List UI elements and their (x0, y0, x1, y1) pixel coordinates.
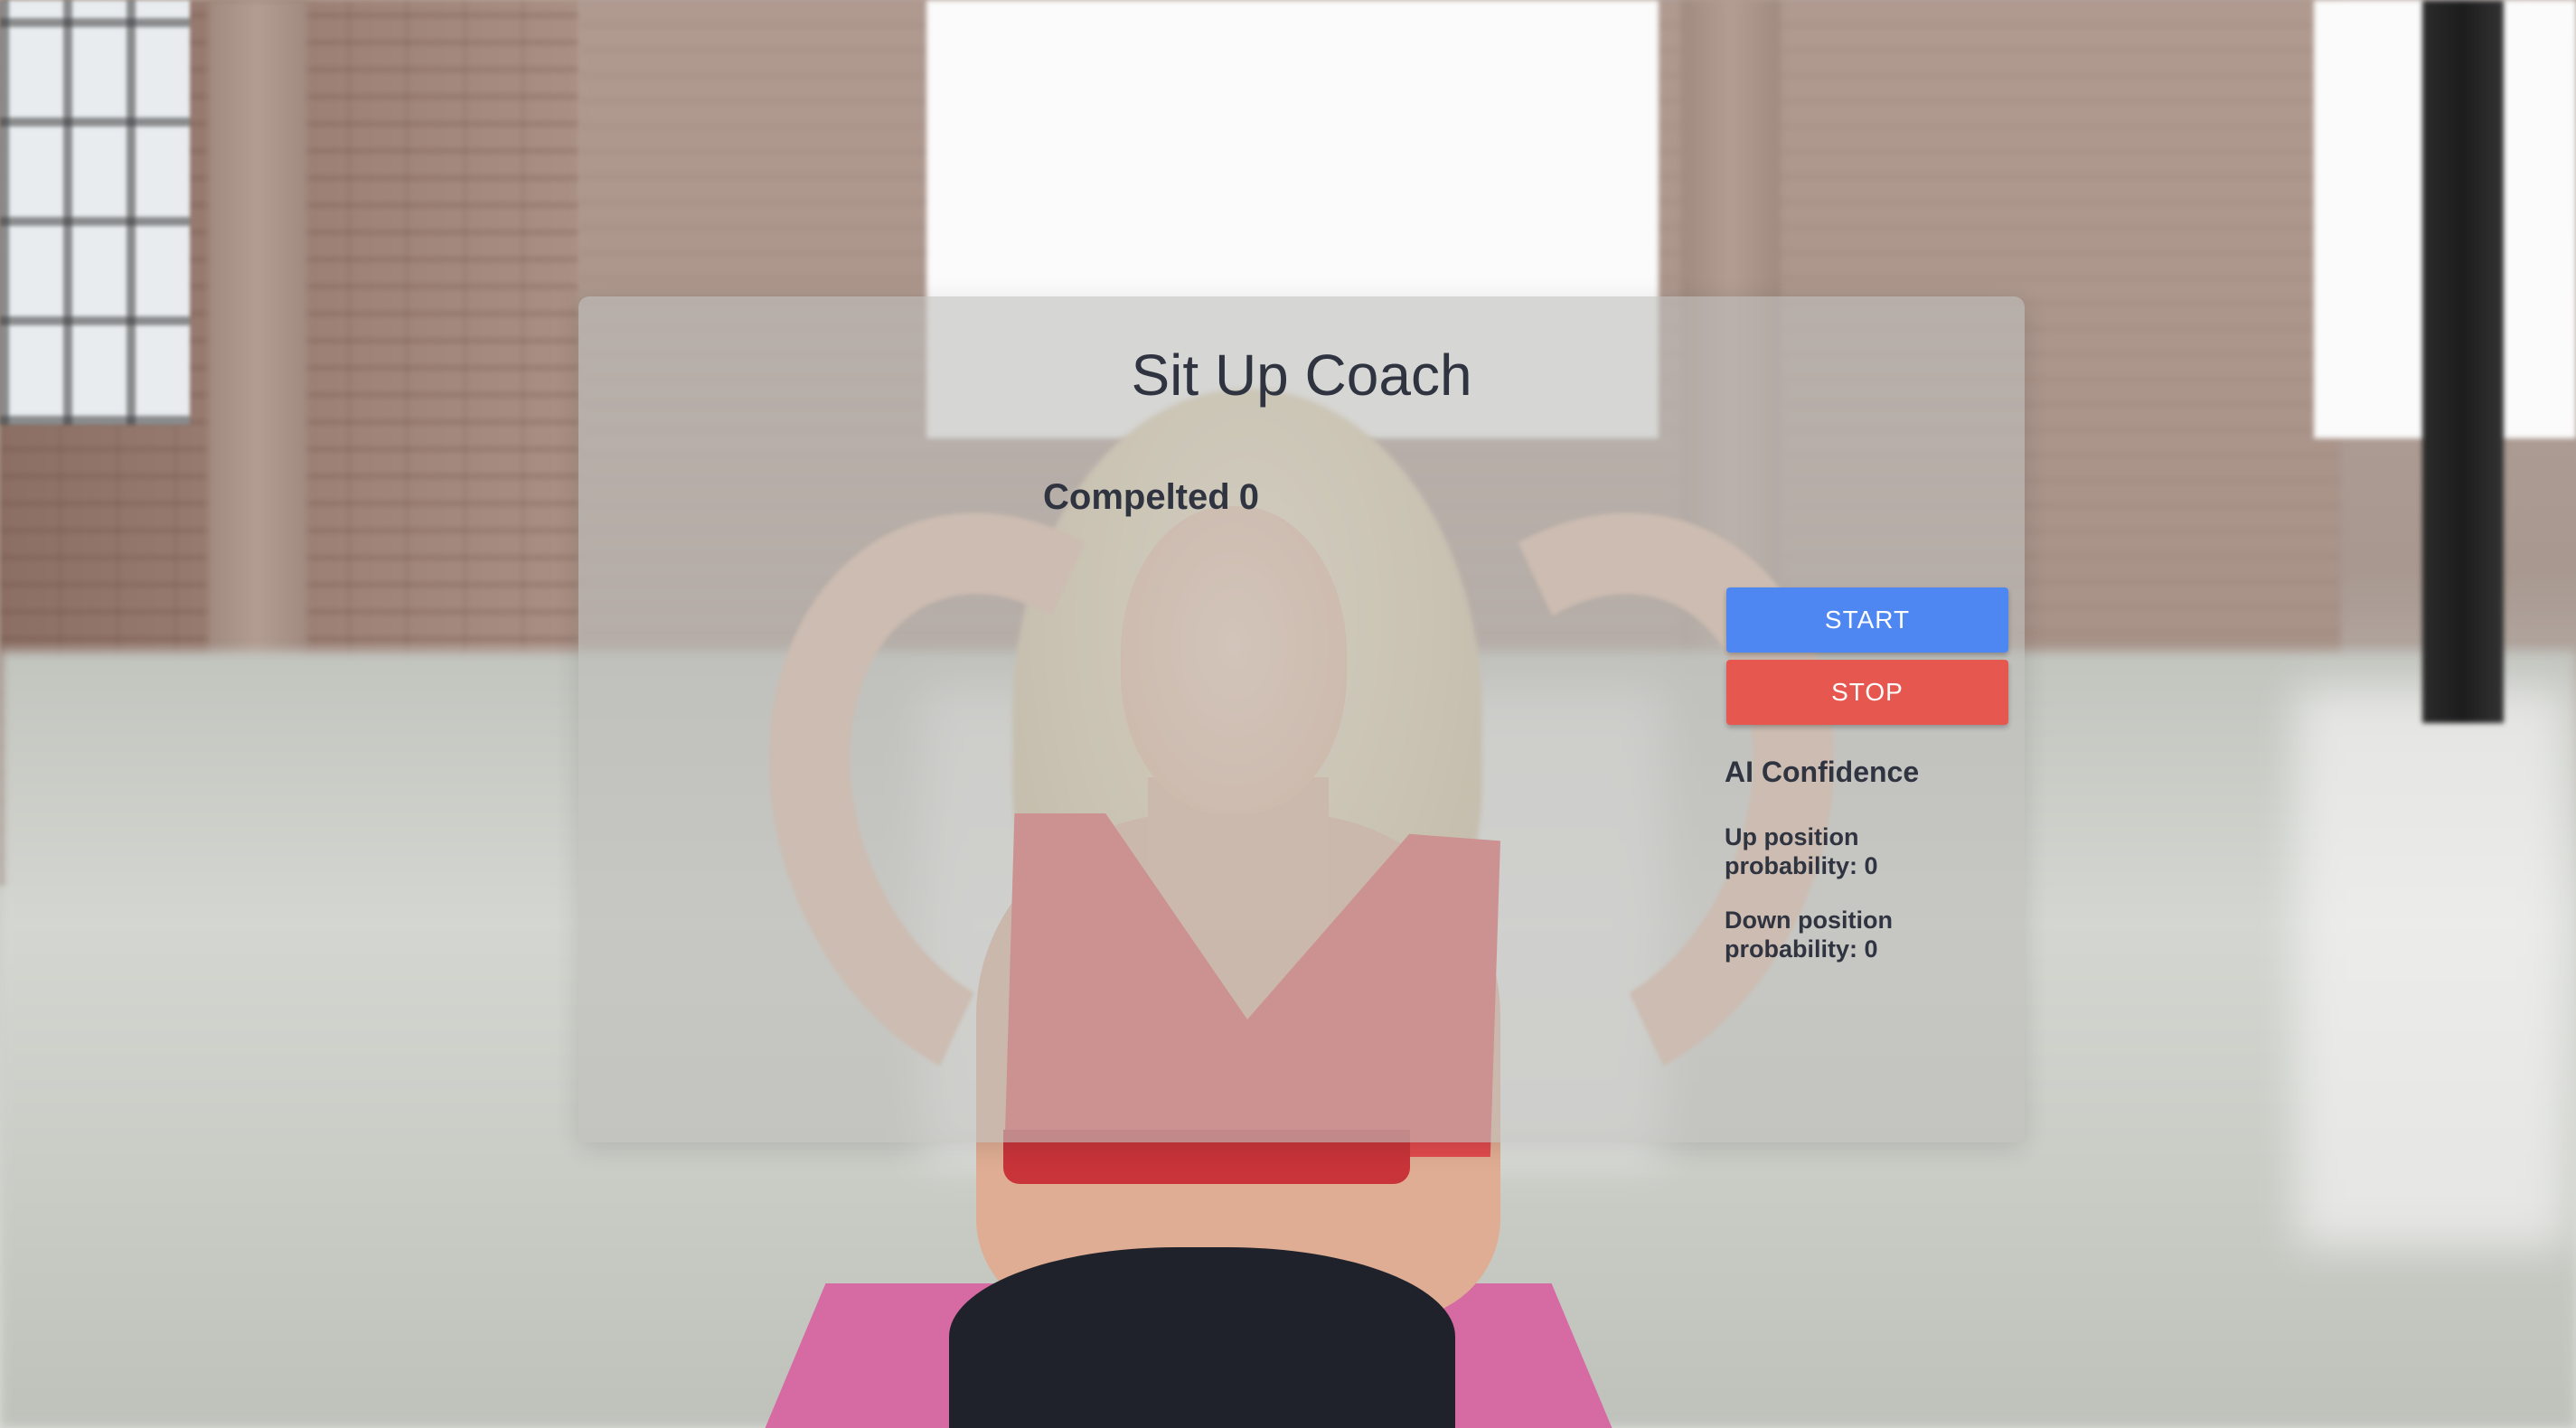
up-position-label: Up position (1725, 823, 1859, 850)
up-position-probability-line: probability: 0 (1725, 851, 1996, 880)
background-column (2422, 0, 2504, 723)
down-position-probability: Down position probability: 0 (1725, 906, 1996, 963)
person-legs (949, 1247, 1455, 1428)
completed-counter-value: 0 (1238, 477, 1259, 517)
app-viewport: Sit Up Coach Compelted 0 START STOP AI Co… (0, 0, 2576, 1428)
up-position-probability: Up position probability: 0 (1725, 822, 1996, 880)
ai-confidence-heading: AI Confidence (1725, 756, 1920, 788)
background-left-window (0, 0, 190, 425)
stop-button[interactable]: STOP (1726, 660, 2008, 725)
background-floor-reflection-right (2296, 687, 2567, 1247)
completed-counter: Compelted 0 (1043, 477, 1259, 518)
down-position-label: Down position (1725, 907, 1893, 934)
down-probability-value: 0 (1864, 935, 1878, 963)
down-probability-label: probability: (1725, 935, 1857, 963)
page-title: Sit Up Coach (1131, 343, 1472, 408)
completed-counter-label: Compelted (1043, 477, 1230, 517)
down-position-probability-line: probability: 0 (1725, 935, 1996, 963)
coach-panel: Sit Up Coach Compelted 0 START STOP AI Co… (578, 296, 2025, 1142)
up-probability-label: probability: (1725, 852, 1857, 879)
up-probability-value: 0 (1864, 852, 1878, 879)
start-button[interactable]: START (1726, 587, 2008, 653)
